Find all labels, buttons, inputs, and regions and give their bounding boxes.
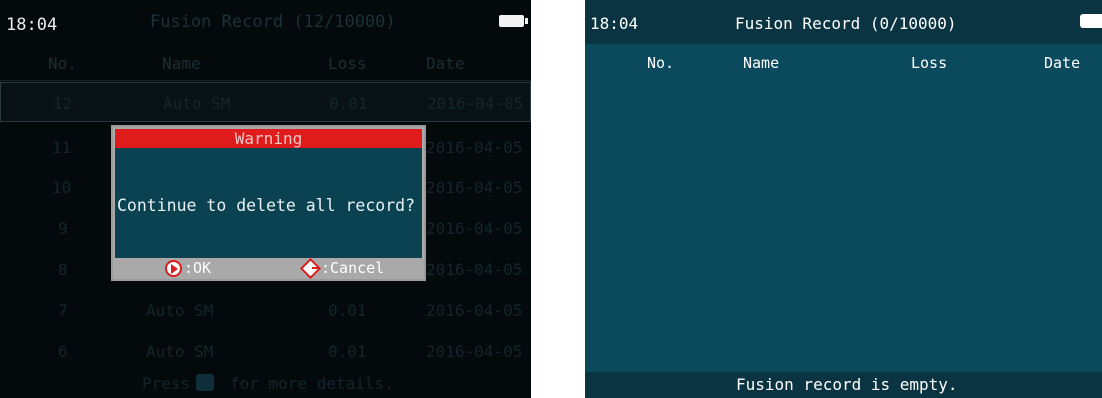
empty-message: Fusion record is empty.: [736, 375, 958, 394]
row-no: 12: [53, 94, 73, 113]
table-row[interactable]: 7 Auto SM 0.01 2016-04-05: [0, 290, 531, 330]
row-name: Auto SM: [163, 94, 231, 113]
row-no: 6: [58, 342, 68, 361]
hint-details: for more details.: [230, 374, 394, 393]
dialog-body: Continue to delete all record?: [115, 148, 422, 258]
ok-button[interactable]: :OK: [165, 258, 211, 278]
table-header: No. Name Loss Date: [585, 44, 1102, 80]
column-date: Date: [1044, 54, 1081, 72]
row-no: 8: [58, 260, 68, 279]
screen-title: Fusion Record (0/10000): [735, 14, 957, 33]
row-date: 2016-04-05: [427, 94, 524, 113]
column-date: Date: [426, 54, 465, 73]
dialog-buttons: :OK :Cancel: [115, 258, 422, 278]
row-loss: 0.01: [328, 342, 367, 361]
row-no: 9: [58, 219, 68, 238]
row-no: 10: [52, 178, 72, 197]
row-loss: 0.01: [328, 301, 367, 320]
battery-icon: [1080, 14, 1102, 28]
table-row[interactable]: 12 Auto SM 0.01 2016-04-05: [0, 82, 531, 122]
row-name: Auto SM: [146, 342, 214, 361]
row-no: 11: [52, 138, 72, 157]
table-row[interactable]: 6 Auto SM 0.01 2016-04-05: [0, 331, 531, 371]
screen-title: Fusion Record (12/10000): [150, 12, 396, 32]
row-date: 2016-04-05: [426, 301, 523, 320]
left-device-screen: 18:04 Fusion Record (12/10000) No. Name …: [0, 0, 531, 398]
dialog-message: Continue to delete all record?: [117, 196, 416, 215]
clock: 18:04: [590, 14, 639, 33]
hint-press: Press: [142, 374, 191, 393]
row-date: 2016-04-05: [426, 138, 523, 157]
row-date: 2016-04-05: [426, 219, 523, 238]
enter-key-icon: [196, 374, 214, 391]
warning-dialog: Warning Continue to delete all record? :…: [111, 125, 426, 281]
column-loss: Loss: [328, 54, 367, 73]
row-date: 2016-04-05: [426, 178, 523, 197]
clock: 18:04: [6, 15, 58, 35]
hint-bar: Fusion record is empty.: [585, 372, 1102, 398]
row-date: 2016-04-05: [426, 260, 523, 279]
column-no: No.: [647, 54, 675, 72]
row-date: 2016-04-05: [426, 342, 523, 361]
column-name: Name: [743, 54, 780, 72]
column-name: Name: [162, 54, 201, 73]
row-loss: 0.01: [329, 94, 368, 113]
hint-bar: Press for more details.: [0, 372, 531, 398]
battery-icon: [499, 15, 528, 27]
status-bar: 18:04 Fusion Record (12/10000): [0, 0, 531, 44]
dialog-title: Warning: [115, 129, 422, 148]
ok-label: :OK: [184, 259, 212, 277]
right-device-screen: 18:04 Fusion Record (0/10000) No. Name L…: [585, 0, 1102, 398]
cancel-label: :Cancel: [321, 259, 385, 277]
ok-icon: [165, 259, 182, 277]
row-name: Auto SM: [146, 301, 214, 320]
table-header: No. Name Loss Date: [0, 44, 531, 81]
row-no: 7: [58, 301, 68, 320]
column-no: No.: [48, 54, 77, 73]
status-bar: 18:04 Fusion Record (0/10000): [585, 0, 1102, 44]
cancel-button[interactable]: :Cancel: [300, 258, 384, 278]
column-loss: Loss: [911, 54, 948, 72]
back-arrow-icon: [300, 260, 320, 276]
